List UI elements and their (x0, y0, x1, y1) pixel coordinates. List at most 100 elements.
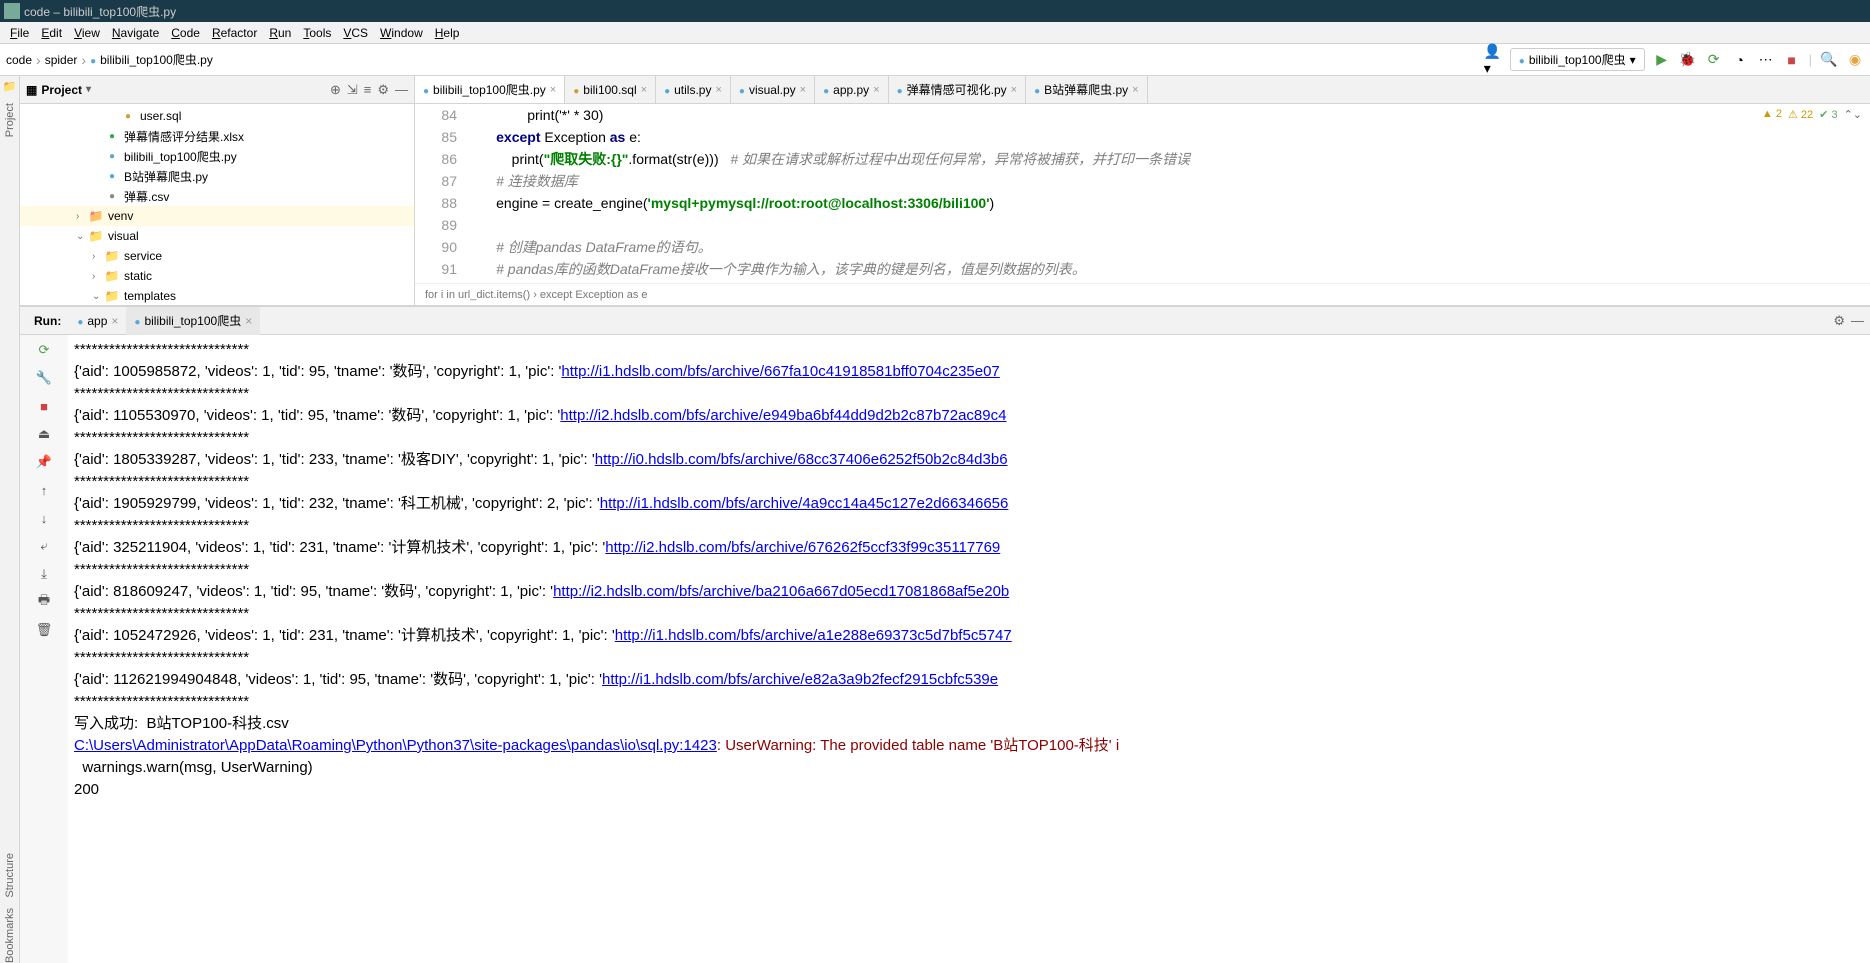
bookmarks-gutter-label[interactable]: Bookmarks (4, 908, 16, 963)
collapse-all-icon[interactable]: ≡ (364, 82, 372, 98)
url-link[interactable]: http://i2.hdslb.com/bfs/archive/e949ba6b… (560, 407, 1006, 424)
tree-item[interactable]: ›venv (20, 206, 414, 226)
tree-item[interactable]: ⌄templates (20, 286, 414, 305)
editor-tab[interactable]: app.py× (815, 76, 889, 103)
menu-file[interactable]: File (4, 26, 35, 40)
chevron-up-down-icon[interactable]: ⌃⌄ (1844, 108, 1862, 121)
editor-tab[interactable]: utils.py× (656, 76, 731, 103)
menu-code[interactable]: Code (165, 26, 206, 40)
tree-item[interactable]: user.sql (20, 106, 414, 126)
tree-item[interactable]: ⌄visual (20, 226, 414, 246)
chevron-down-icon[interactable]: ▾ (86, 84, 91, 95)
structure-breadcrumb[interactable]: for i in url_dict.items() › except Excep… (415, 283, 1870, 305)
tab-label: B站弹幕爬虫.py (1044, 81, 1128, 98)
soft-wrap-icon[interactable]: ⤶ (35, 537, 53, 555)
tree-item[interactable]: B站弹幕爬虫.py (20, 166, 414, 186)
tree-item[interactable]: ›service (20, 246, 414, 266)
menu-run[interactable]: Run (263, 26, 297, 40)
editor-body[interactable]: ▲ 2 ⚠ 22 ✔ 3 ⌃⌄ 8485868788899091 print('… (415, 104, 1870, 283)
tree-item[interactable]: bilibili_top100爬虫.py (20, 146, 414, 166)
run-button[interactable]: ▶ (1653, 51, 1671, 69)
menu-navigate[interactable]: Navigate (106, 26, 165, 40)
url-link[interactable]: http://i1.hdslb.com/bfs/archive/4a9cc14a… (600, 495, 1009, 512)
code-text[interactable]: print('*' * 30) except Exception as e: p… (465, 104, 1870, 283)
menu-vcs[interactable]: VCS (337, 26, 374, 40)
pin-icon[interactable]: 📌 (35, 453, 53, 471)
close-icon[interactable]: × (873, 84, 879, 96)
project-panel-title[interactable]: Project (41, 83, 82, 97)
inspection-indicators[interactable]: ▲ 2 ⚠ 22 ✔ 3 ⌃⌄ (1762, 108, 1862, 121)
window-title: code – bilibili_top100爬虫.py (24, 3, 176, 20)
breadcrumb-file[interactable]: bilibili_top100爬虫.py (100, 51, 213, 68)
structure-gutter-label[interactable]: Structure (4, 853, 16, 898)
url-link[interactable]: http://i0.hdslb.com/bfs/archive/68cc3740… (595, 451, 1008, 468)
url-link[interactable]: http://i1.hdslb.com/bfs/archive/a1e288e6… (615, 627, 1012, 644)
close-icon[interactable]: × (550, 84, 556, 96)
file-link[interactable]: C:\Users\Administrator\AppData\Roaming\P… (74, 737, 717, 754)
editor-tab[interactable]: visual.py× (731, 76, 815, 103)
editor-tab[interactable]: bili100.sql× (565, 76, 656, 103)
scroll-end-icon[interactable]: ⤓ (35, 565, 53, 583)
editor-tab[interactable]: B站弹幕爬虫.py × (1026, 76, 1148, 103)
run-tab[interactable]: app × (69, 307, 126, 335)
wrench-icon[interactable]: 🔧 (35, 369, 53, 387)
menu-refactor[interactable]: Refactor (206, 26, 263, 40)
project-tree[interactable]: user.sql弹幕情感评分结果.xlsxbilibili_top100爬虫.p… (20, 104, 414, 305)
url-link[interactable]: http://i1.hdslb.com/bfs/archive/e82a3a9b… (602, 671, 998, 688)
settings-icon[interactable]: ⚙ (1833, 313, 1845, 329)
close-icon[interactable]: × (111, 314, 118, 328)
close-icon[interactable]: × (800, 84, 806, 96)
close-icon[interactable]: × (641, 84, 647, 96)
breadcrumb[interactable]: code › spider › bilibili_top100爬虫.py (6, 51, 213, 68)
menu-tools[interactable]: Tools (297, 26, 337, 40)
main-menubar[interactable]: FileEditViewNavigateCodeRefactorRunTools… (0, 22, 1870, 44)
separator: | (1809, 52, 1812, 67)
stop-icon[interactable]: ■ (35, 397, 53, 415)
exit-icon[interactable]: ⏏ (35, 425, 53, 443)
tree-item[interactable]: 弹幕.csv (20, 186, 414, 206)
expand-all-icon[interactable]: ⇲ (347, 82, 358, 98)
url-link[interactable]: http://i1.hdslb.com/bfs/archive/667fa10c… (561, 363, 999, 380)
url-link[interactable]: http://i2.hdslb.com/bfs/archive/ba2106a6… (553, 583, 1009, 600)
menu-help[interactable]: Help (429, 26, 466, 40)
menu-window[interactable]: Window (374, 26, 429, 40)
trash-icon[interactable]: 🗑 (35, 621, 53, 639)
ide-updates-icon[interactable]: ◉ (1846, 51, 1864, 69)
down-icon[interactable]: ↓ (35, 509, 53, 527)
run-tab[interactable]: bilibili_top100爬虫 × (126, 307, 260, 335)
close-icon[interactable]: × (1011, 84, 1017, 96)
breadcrumb-root[interactable]: code (6, 53, 32, 67)
print-icon[interactable]: 🖶 (35, 593, 53, 611)
debug-button[interactable]: 🐞 (1679, 51, 1697, 69)
run-coverage-button[interactable]: ⟳ (1705, 51, 1723, 69)
run-config-dropdown[interactable]: bilibili_top100爬虫 ▾ (1510, 48, 1645, 71)
menu-edit[interactable]: Edit (35, 26, 68, 40)
project-tool-button[interactable]: 📁 (3, 80, 17, 93)
breadcrumb-folder[interactable]: spider (45, 53, 78, 67)
editor-tab[interactable]: bilibili_top100爬虫.py× (415, 76, 565, 103)
menu-view[interactable]: View (68, 26, 106, 40)
tree-item[interactable]: 弹幕情感评分结果.xlsx (20, 126, 414, 146)
rerun-icon[interactable]: ⟳ (35, 341, 53, 359)
up-icon[interactable]: ↑ (35, 481, 53, 499)
profile-button[interactable]: ◔ (1731, 51, 1749, 69)
project-gutter-label[interactable]: Project (4, 103, 16, 137)
hide-icon[interactable]: — (395, 82, 408, 98)
hide-icon[interactable]: — (1851, 313, 1864, 329)
tab-label: 弹幕情感可视化.py (907, 81, 1007, 98)
file-icon (823, 83, 829, 97)
close-icon[interactable]: × (245, 314, 252, 328)
select-opened-file-icon[interactable]: ⊕ (330, 82, 341, 98)
editor-tabstrip[interactable]: bilibili_top100爬虫.py×bili100.sql×utils.p… (415, 76, 1870, 104)
close-icon[interactable]: × (1132, 84, 1138, 96)
tree-item[interactable]: ›static (20, 266, 414, 286)
console-output[interactable]: ******************************{'aid': 10… (68, 335, 1870, 963)
close-icon[interactable]: × (715, 84, 721, 96)
url-link[interactable]: http://i2.hdslb.com/bfs/archive/676262f5… (605, 539, 1000, 556)
more-run-icon[interactable]: ⋯ (1757, 51, 1775, 69)
stop-button[interactable]: ■ (1783, 51, 1801, 69)
user-icon[interactable]: 👤▾ (1484, 51, 1502, 69)
search-icon[interactable]: 🔍 (1820, 51, 1838, 69)
settings-icon[interactable]: ⚙ (377, 82, 389, 98)
editor-tab[interactable]: 弹幕情感可视化.py × (889, 76, 1027, 103)
